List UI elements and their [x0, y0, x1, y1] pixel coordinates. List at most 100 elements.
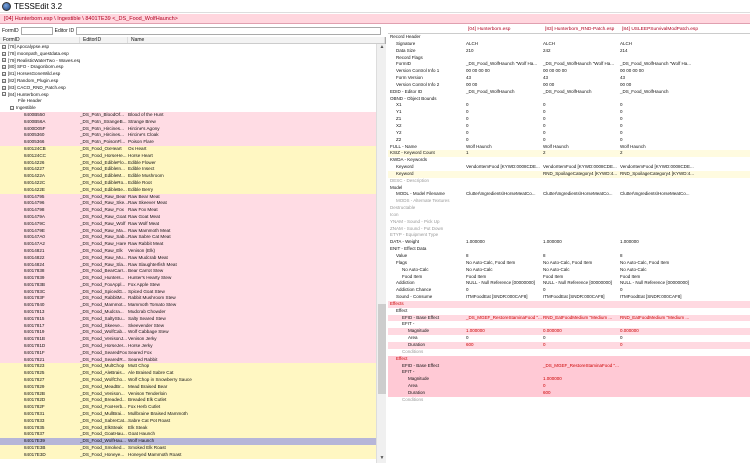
- field-row[interactable]: Y1 0 0 0: [388, 109, 750, 116]
- record-row[interactable]: 8400B56A _DS_Potn_StrangeB... Strange Brew: [0, 118, 376, 126]
- field-value[interactable]: [619, 349, 750, 356]
- record-row[interactable]: 8401781B _DS_Food_VenisonJ... Venison Jerk…: [0, 336, 376, 344]
- field-value[interactable]: [542, 321, 619, 328]
- field-row[interactable]: Effects: [388, 300, 750, 308]
- field-value[interactable]: 0: [542, 342, 619, 349]
- record-row[interactable]: 8401781F _DS_Food_SearedFox Seared Fox: [0, 349, 376, 357]
- field-row[interactable]: KSIZ - Keyword Count 1 2 2: [388, 150, 750, 158]
- field-value[interactable]: [465, 301, 542, 308]
- field-value[interactable]: [465, 349, 542, 356]
- field-row[interactable]: Y2 0 0 0: [388, 130, 750, 137]
- record-row[interactable]: 84017833 _DS_Food_SabreCat... Sabre Cat Po…: [0, 417, 376, 425]
- field-row[interactable]: Version Control Info 1 00 00 00 00 00 00 0…: [388, 68, 750, 75]
- record-row[interactable]: 84014796 _DS_Food_Raw_Ske... Raw Skeever M…: [0, 200, 376, 208]
- field-value[interactable]: _DS_Food_WolfHaunch: [619, 89, 750, 96]
- field-value[interactable]: 0: [619, 116, 750, 123]
- field-row[interactable]: Value 8 8 8: [388, 253, 750, 260]
- field-value[interactable]: [542, 178, 619, 185]
- scroll-down-icon[interactable]: ▼: [378, 455, 386, 463]
- field-value[interactable]: [465, 55, 542, 62]
- field-value[interactable]: No Auto-Calc, Food Item: [619, 260, 750, 267]
- field-row[interactable]: Form Version 43 43 43: [388, 75, 750, 82]
- record-row[interactable]: 84017838 _DS_Food_BearCarr... Bear Carrot …: [0, 268, 376, 276]
- field-value[interactable]: [619, 96, 750, 103]
- field-value[interactable]: _DS_Food_WolfHaunch: [542, 89, 619, 96]
- field-row[interactable]: Z1 0 0 0: [388, 116, 750, 123]
- field-value[interactable]: Clutter\Ingredients\HorseMeatCo...: [619, 191, 750, 198]
- field-value[interactable]: [465, 171, 542, 178]
- field-value[interactable]: 0: [619, 335, 750, 342]
- record-row[interactable]: 8401782B _DS_Food_Venison... Venison Tende…: [0, 390, 376, 398]
- tree-plugin-node[interactable]: − [84] Hunterborn.esp: [0, 92, 376, 99]
- field-value[interactable]: 00 00: [465, 82, 542, 89]
- field-value[interactable]: [465, 34, 542, 41]
- record-row[interactable]: 84017821 _DS_Food_SearedR... Seared Rabbit: [0, 356, 376, 364]
- field-value[interactable]: [542, 356, 619, 363]
- navigation-tree[interactable]: + [76] Apocalypse.esp + [78] moonpath_quest…: [0, 44, 376, 463]
- field-value[interactable]: ALCH: [542, 41, 619, 48]
- tree-plugin-node[interactable]: + [76] Apocalypse.esp: [0, 44, 376, 51]
- field-value[interactable]: 0: [619, 342, 750, 349]
- field-value[interactable]: Food Item: [542, 274, 619, 281]
- record-row[interactable]: 84017813 _DS_Food_Mudcra... Mudcrab Chowde…: [0, 309, 376, 316]
- field-row[interactable]: Icon: [388, 212, 750, 219]
- field-value[interactable]: Clutter\Ingredients\HorseMeatCo...: [465, 191, 542, 198]
- record-row[interactable]: 8401479A _DS_Food_Raw_Goat Raw Goat Meat: [0, 213, 376, 221]
- expand-toggle-icon[interactable]: +: [2, 51, 6, 56]
- tree-plugin-node[interactable]: + [80] SFO - Dragonborn.esp: [0, 64, 376, 71]
- field-value[interactable]: RND_SpoilageCategory4 [KYWD:4...: [619, 171, 750, 178]
- tree-plugin-node[interactable]: + [82] Random_Plugin.esp: [0, 78, 376, 85]
- field-value[interactable]: [465, 383, 542, 390]
- field-row[interactable]: Z2 0 0 0: [388, 137, 750, 144]
- field-value[interactable]: [619, 157, 750, 164]
- field-value[interactable]: [465, 390, 542, 397]
- field-value[interactable]: 43: [542, 75, 619, 82]
- tree-plugin-node[interactable]: + [83] CACO_RND_Patch.esp: [0, 85, 376, 92]
- field-value[interactable]: [542, 397, 619, 404]
- field-value[interactable]: 0: [619, 287, 750, 294]
- field-value[interactable]: [619, 308, 750, 315]
- field-row[interactable]: X2 0 0 0: [388, 123, 750, 130]
- field-value[interactable]: 0: [542, 102, 619, 109]
- field-value[interactable]: RND_EatFoodMedium "Medium ...: [542, 315, 619, 322]
- record-row[interactable]: 84014821 _DS_Food_Raw_Elk Venison (Elk): [0, 247, 376, 255]
- field-value[interactable]: 600: [542, 390, 619, 397]
- field-value[interactable]: [542, 219, 619, 226]
- expand-toggle-icon[interactable]: +: [2, 65, 6, 70]
- record-row[interactable]: 840124CB _DS_Food_OxHeart Ox Heart: [0, 145, 376, 153]
- record-row[interactable]: 8400B550 _DS_Potn_BloodOf... Blood of the …: [0, 111, 376, 119]
- expand-toggle-icon[interactable]: +: [2, 78, 6, 83]
- field-row[interactable]: EFIT -: [388, 369, 750, 377]
- field-value[interactable]: Food Item: [465, 274, 542, 281]
- field-value[interactable]: [465, 198, 542, 205]
- field-value[interactable]: [619, 226, 750, 233]
- field-value[interactable]: [465, 321, 542, 328]
- field-value[interactable]: 00 00: [542, 82, 619, 89]
- field-row[interactable]: Version Control Info 2 00 00 00 00 00 00: [388, 82, 750, 89]
- field-value[interactable]: [465, 212, 542, 219]
- field-value[interactable]: [619, 185, 750, 192]
- field-value[interactable]: No Auto-Calc: [619, 267, 750, 274]
- field-value[interactable]: ITMFoodEat [SNDR:000CAF8]: [619, 294, 750, 301]
- field-value[interactable]: NULL - Null Reference [00000000]: [542, 280, 619, 287]
- field-row[interactable]: Destructable: [388, 205, 750, 212]
- field-value[interactable]: [542, 226, 619, 233]
- field-value[interactable]: VendorItemFood [KYWD:0008CDE...: [542, 164, 619, 171]
- field-value[interactable]: ALCH: [619, 41, 750, 48]
- field-value[interactable]: [542, 157, 619, 164]
- record-row[interactable]: 840147A2 _DS_Food_Raw_Hare Raw Rabbit Meat: [0, 241, 376, 248]
- field-value[interactable]: No Auto-Calc: [465, 267, 542, 274]
- field-value[interactable]: Clutter\Ingredients\HorseMeatCo...: [542, 191, 619, 198]
- field-value[interactable]: [465, 356, 542, 363]
- field-value[interactable]: 0: [542, 287, 619, 294]
- record-row[interactable]: 8401422C _DS_Food_EdibleRo... Edible Root: [0, 179, 376, 187]
- field-value[interactable]: [619, 321, 750, 328]
- field-value[interactable]: [542, 301, 619, 308]
- field-value[interactable]: [619, 363, 750, 370]
- column-editorid[interactable]: EditorID: [80, 37, 128, 43]
- field-value[interactable]: [465, 363, 542, 370]
- field-value[interactable]: 0: [465, 130, 542, 137]
- field-row[interactable]: Area 0 0 0: [388, 335, 750, 342]
- plugin-column-rnd-patch[interactable]: [83] Hunterborn_RND-Patch.esp: [542, 25, 619, 33]
- tree-plugin-node[interactable]: + [81] HorsesGoneWild.esp: [0, 71, 376, 78]
